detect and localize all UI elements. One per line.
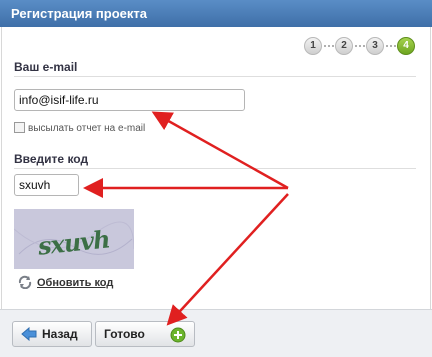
email-report-checkbox[interactable] [14,122,25,133]
captcha-image: sxuvh [14,209,134,269]
window-title-bar: Регистрация проекта [0,0,432,27]
email-section-divider [14,76,416,77]
back-button[interactable]: Назад [12,321,92,347]
step-1[interactable]: 1 [304,37,322,55]
step-indicator: 1 2 3 4 [304,37,416,57]
plus-circle-icon [170,327,186,343]
step-4-active[interactable]: 4 [397,37,415,55]
refresh-code-link[interactable]: Обновить код [37,277,113,289]
captcha-code-input[interactable] [14,174,79,196]
refresh-icon[interactable] [17,275,33,290]
email-report-checkbox-row[interactable]: высылать отчет на e-mail [14,122,145,134]
step-separator [324,45,334,47]
done-button[interactable]: Готово [95,321,195,347]
email-report-checkbox-label: высылать отчет на e-mail [28,123,146,134]
code-section-divider [14,168,416,169]
step-separator [355,45,365,47]
footer-bar: Назад Готово [0,309,432,357]
window-title: Регистрация проекта [11,6,147,21]
back-button-label: Назад [42,327,78,341]
done-button-label: Готово [104,327,145,341]
step-separator [386,45,396,47]
code-section-title: Введите код [14,152,89,166]
email-input[interactable] [14,89,245,111]
step-2[interactable]: 2 [335,37,353,55]
email-section-title: Ваш e-mail [14,60,78,74]
refresh-code-row[interactable]: Обновить код [17,275,113,290]
step-3[interactable]: 3 [366,37,384,55]
captcha-text: sxuvh [36,224,111,260]
arrow-left-icon [21,326,37,342]
